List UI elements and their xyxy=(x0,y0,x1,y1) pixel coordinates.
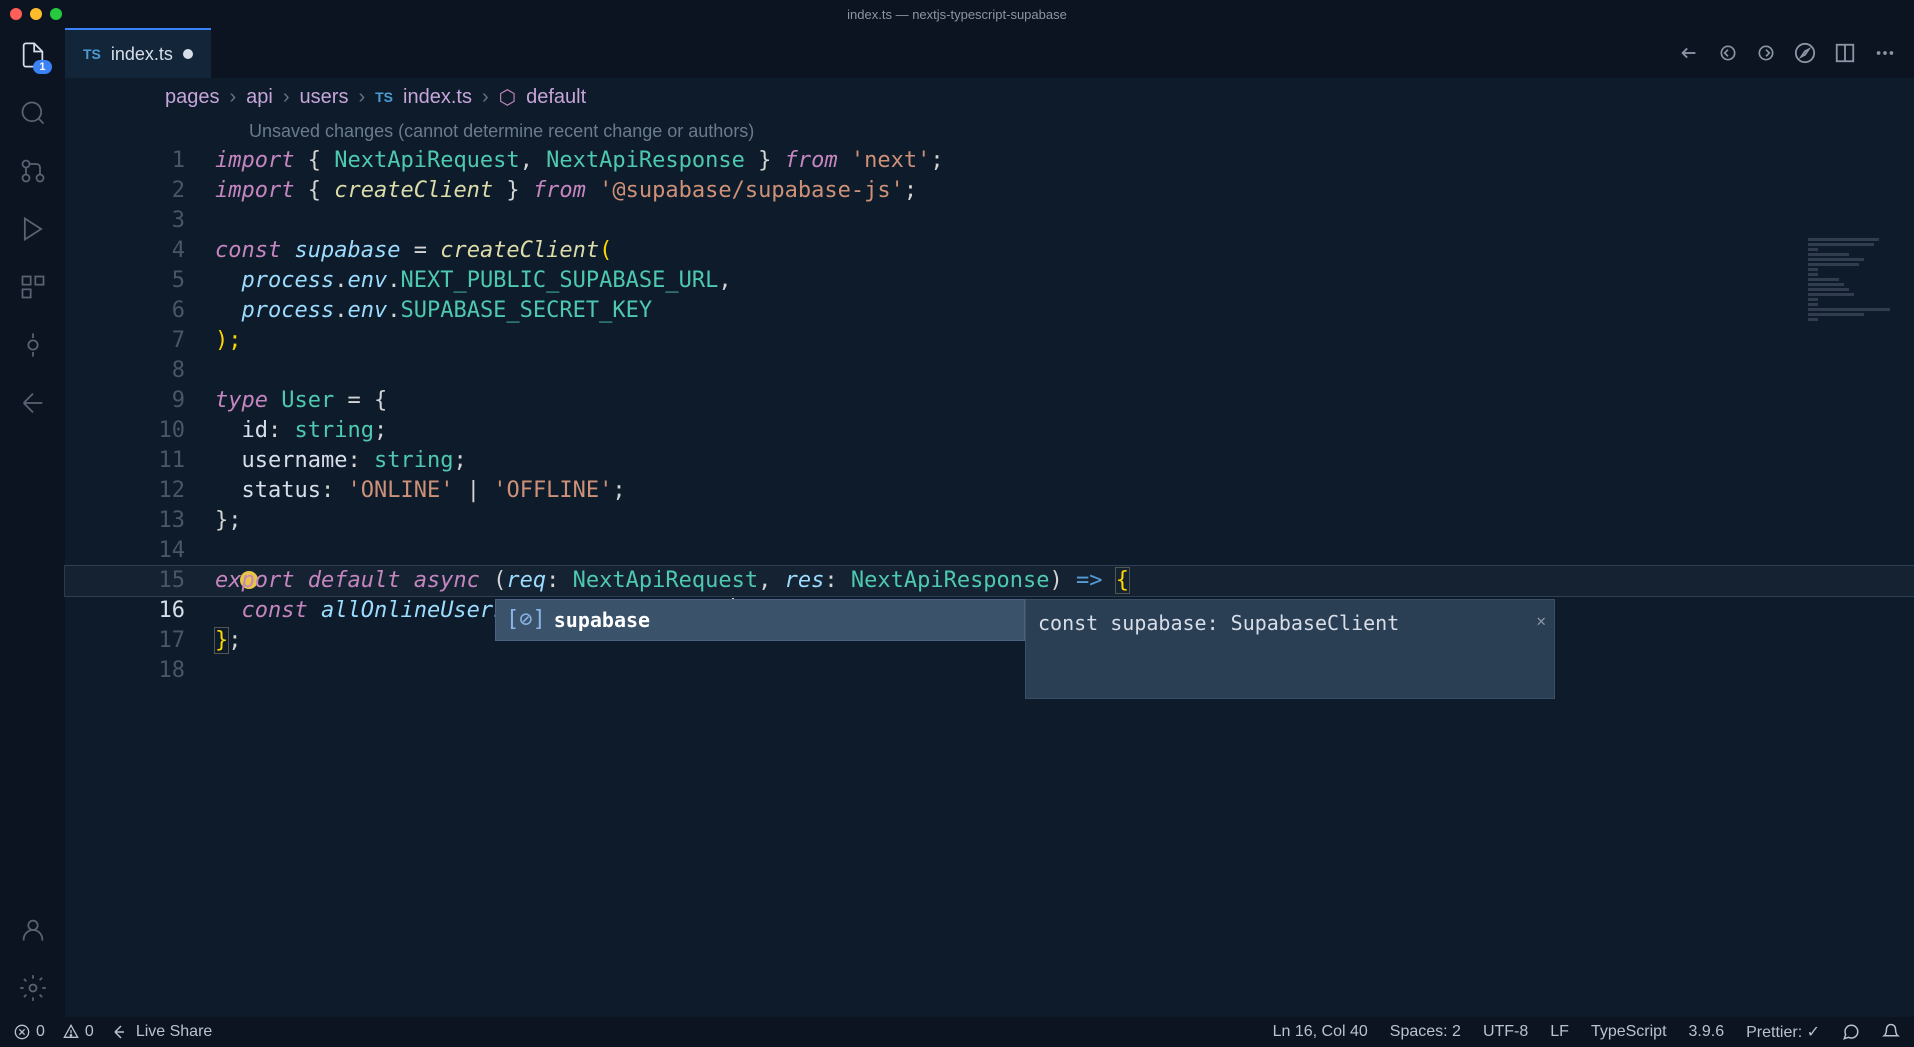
explorer-icon[interactable]: 1 xyxy=(18,40,48,70)
extensions-icon[interactable] xyxy=(18,272,48,302)
settings-gear-icon[interactable] xyxy=(18,973,48,1003)
unsaved-indicator-icon xyxy=(183,49,193,59)
breadcrumb-symbol[interactable]: default xyxy=(526,86,586,109)
language-mode-status[interactable]: TypeScript xyxy=(1591,1023,1667,1041)
suggestion-item[interactable]: [⊘] supabase xyxy=(495,599,1025,641)
intellisense-popup: [⊘] supabase const supabase: SupabaseCli… xyxy=(495,599,1555,641)
source-control-icon[interactable] xyxy=(18,156,48,186)
code-line[interactable]: 11 username: string; xyxy=(65,446,1914,476)
status-bar: 0 0 Live Share Ln 16, Col 40 Spaces: 2 U… xyxy=(0,1017,1914,1047)
chevron-right-icon: › xyxy=(283,86,290,109)
tab-index-ts[interactable]: TS index.ts xyxy=(65,28,211,78)
code-line[interactable]: 1import { NextApiRequest, NextApiRespons… xyxy=(65,146,1914,176)
code-line[interactable]: 18 xyxy=(65,656,1914,686)
title-bar: index.ts — nextjs-typescript-supabase xyxy=(0,0,1914,28)
chevron-right-icon: › xyxy=(482,86,489,109)
variable-icon: [⊘] xyxy=(506,605,546,635)
debug-icon[interactable] xyxy=(18,214,48,244)
code-line[interactable]: 9type User = { xyxy=(65,386,1914,416)
close-icon[interactable]: ✕ xyxy=(1536,606,1546,636)
nav-prev-icon[interactable] xyxy=(1718,43,1738,63)
warnings-status[interactable]: 0 xyxy=(63,1023,94,1041)
symbol-icon: ⬡ xyxy=(499,85,516,110)
breadcrumb-users[interactable]: users xyxy=(300,86,349,109)
code-line[interactable]: 12 status: 'ONLINE' | 'OFFLINE'; xyxy=(65,476,1914,506)
minimize-window-button[interactable] xyxy=(30,8,42,20)
feedback-icon[interactable] xyxy=(1842,1023,1860,1041)
prettier-status[interactable]: Prettier: ✓ xyxy=(1746,1022,1820,1042)
code-line[interactable]: 3 xyxy=(65,206,1914,236)
encoding-status[interactable]: UTF-8 xyxy=(1483,1023,1528,1041)
code-editor[interactable]: 1import { NextApiRequest, NextApiRespons… xyxy=(65,146,1914,1017)
split-editor-icon[interactable] xyxy=(1834,42,1856,64)
go-back-icon[interactable] xyxy=(1678,42,1700,64)
close-window-button[interactable] xyxy=(10,8,22,20)
code-line[interactable]: 8 xyxy=(65,356,1914,386)
editor-actions xyxy=(1678,28,1914,78)
unsaved-banner: Unsaved changes (cannot determine recent… xyxy=(65,116,1914,146)
eol-status[interactable]: LF xyxy=(1550,1023,1569,1041)
code-line[interactable]: 15export default async (req: NextApiRequ… xyxy=(65,566,1914,596)
live-share-button[interactable]: Live Share xyxy=(112,1023,213,1041)
suggestion-label: supabase xyxy=(554,605,650,635)
code-line[interactable]: 10 id: string; xyxy=(65,416,1914,446)
breadcrumb-api[interactable]: api xyxy=(246,86,273,109)
editor-area: TS index.ts pages › api › users › TS ind… xyxy=(65,28,1914,1017)
more-actions-icon[interactable] xyxy=(1874,42,1896,64)
code-line[interactable]: 7); xyxy=(65,326,1914,356)
notifications-icon[interactable] xyxy=(1882,1023,1900,1041)
code-line[interactable]: 4const supabase = createClient( xyxy=(65,236,1914,266)
code-line[interactable]: 13}; xyxy=(65,506,1914,536)
share-icon[interactable] xyxy=(18,388,48,418)
code-line[interactable]: 14 xyxy=(65,536,1914,566)
compass-icon[interactable] xyxy=(1794,42,1816,64)
breadcrumbs: pages › api › users › TS index.ts › ⬡ de… xyxy=(65,78,1914,116)
ts-version-status[interactable]: 3.9.6 xyxy=(1689,1023,1725,1041)
cursor-position-status[interactable]: Ln 16, Col 40 xyxy=(1273,1023,1368,1041)
search-icon[interactable] xyxy=(18,98,48,128)
suggestion-documentation: const supabase: SupabaseClient ✕ xyxy=(1025,599,1555,699)
breadcrumb-file[interactable]: index.ts xyxy=(403,86,472,109)
maximize-window-button[interactable] xyxy=(50,8,62,20)
chevron-right-icon: › xyxy=(358,86,365,109)
breadcrumb-pages[interactable]: pages xyxy=(165,86,220,109)
code-line[interactable]: 2import { createClient } from '@supabase… xyxy=(65,176,1914,206)
typescript-file-icon: TS xyxy=(375,89,393,105)
activity-bar: 1 xyxy=(0,28,65,1017)
account-icon[interactable] xyxy=(18,915,48,945)
nav-next-icon[interactable] xyxy=(1756,43,1776,63)
chevron-right-icon: › xyxy=(230,86,237,109)
errors-status[interactable]: 0 xyxy=(14,1023,45,1041)
tab-filename: index.ts xyxy=(111,44,173,65)
editor-tabs: TS index.ts xyxy=(65,28,1914,78)
window-controls xyxy=(10,8,62,20)
code-line[interactable]: 6 process.env.SUPABASE_SECRET_KEY xyxy=(65,296,1914,326)
gitlens-icon[interactable] xyxy=(18,330,48,360)
explorer-badge: 1 xyxy=(33,60,51,74)
window-title: index.ts — nextjs-typescript-supabase xyxy=(847,7,1067,22)
code-line[interactable]: 5 process.env.NEXT_PUBLIC_SUPABASE_URL, xyxy=(65,266,1914,296)
indentation-status[interactable]: Spaces: 2 xyxy=(1390,1023,1461,1041)
typescript-file-icon: TS xyxy=(83,46,101,62)
